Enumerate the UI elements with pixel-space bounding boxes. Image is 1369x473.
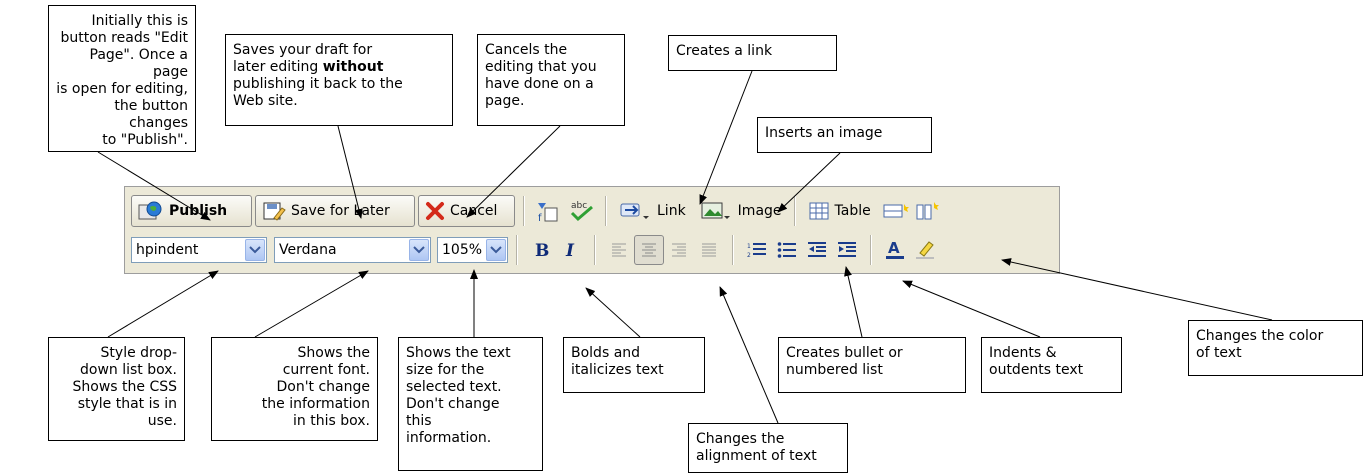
arrow-list [844, 266, 863, 338]
arrow-image [777, 152, 841, 213]
arrow-link [699, 70, 753, 205]
callout-arrows [97, 70, 1273, 424]
arrow-bold-italic [585, 287, 641, 338]
arrow-cancel [466, 125, 561, 218]
arrow-save-for-later [337, 125, 363, 219]
arrow-alignment [719, 286, 779, 424]
arrow-font [254, 270, 369, 338]
arrow-color [1001, 258, 1273, 321]
arrow-style [107, 270, 219, 338]
arrow-publish [97, 151, 211, 221]
arrow-indent [902, 280, 1041, 338]
